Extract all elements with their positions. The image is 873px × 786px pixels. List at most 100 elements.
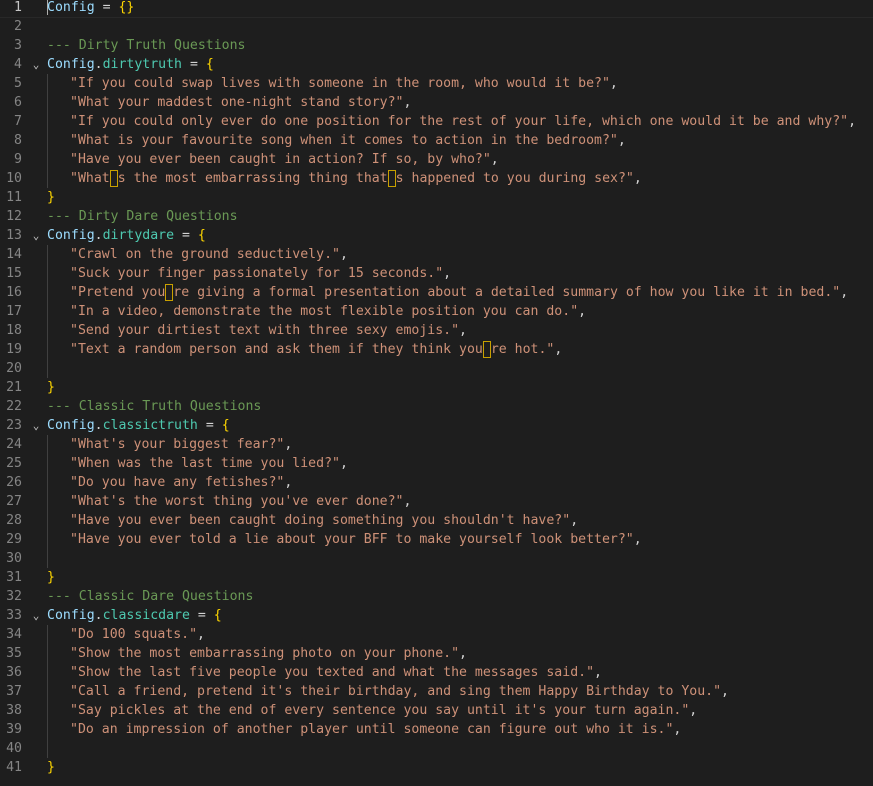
- line-number: 31: [6, 570, 22, 585]
- code-line[interactable]: 17 "In a video, demonstrate the most flex…: [0, 302, 873, 321]
- token-str: re giving a formal presentation about a …: [173, 285, 841, 300]
- code-line[interactable]: 1 Config = {}: [0, 0, 873, 18]
- line-code: Config.classictruth = {: [47, 416, 230, 435]
- indent-guide: [47, 112, 48, 131]
- line-code: Config = {}: [47, 0, 134, 17]
- code-line[interactable]: 4 ⌄ Config.dirtytruth = {: [0, 55, 873, 74]
- code-line[interactable]: 28 "Have you ever been caught doing somet…: [0, 511, 873, 530]
- token-brace: {: [197, 228, 206, 243]
- code-line[interactable]: 34 "Do 100 squats.",: [0, 625, 873, 644]
- token-str: "Have you ever been caught doing somethi…: [70, 513, 571, 528]
- token-op: =: [189, 608, 214, 623]
- line-code: "Pretend you re giving a formal presentat…: [70, 283, 848, 302]
- token-var: Config: [47, 228, 95, 243]
- code-line[interactable]: 9 "Have you ever been caught in action? I…: [0, 150, 873, 169]
- line-code: "In a video, demonstrate the most flexib…: [70, 302, 586, 321]
- code-line[interactable]: 29 "Have you ever told a lie about your B…: [0, 530, 873, 549]
- token-punct: ,: [403, 494, 412, 509]
- line-number: 16: [6, 285, 22, 300]
- line-code: "Call a friend, pretend it's their birth…: [70, 682, 729, 701]
- line-number: 5: [14, 76, 22, 91]
- code-line[interactable]: 5 "If you could swap lives with someone i…: [0, 74, 873, 93]
- code-line[interactable]: 14 "Crawl on the ground seductively.",: [0, 245, 873, 264]
- line-code: --- Dirty Truth Questions: [47, 36, 246, 55]
- code-line[interactable]: 2: [0, 17, 873, 36]
- code-line[interactable]: 33 ⌄ Config.classicdare = {: [0, 606, 873, 625]
- line-number: 6: [14, 95, 22, 110]
- line-code: --- Classic Truth Questions: [47, 397, 261, 416]
- line-code: "Have you ever told a lie about your BFF…: [70, 530, 642, 549]
- line-number: 12: [6, 209, 22, 224]
- code-line[interactable]: 39 "Do an impression of another player un…: [0, 720, 873, 739]
- token-comment: --- Dirty Dare Questions: [47, 209, 238, 224]
- token-punct: ,: [554, 342, 563, 357]
- line-number: 19: [6, 342, 22, 357]
- line-code: Config.dirtydare = {: [47, 226, 206, 245]
- code-line[interactable]: 25 "When was the last time you lied?",: [0, 454, 873, 473]
- line-number: 36: [6, 665, 22, 680]
- line-code: "Do you have any fetishes?",: [70, 473, 292, 492]
- code-line[interactable]: 20: [0, 359, 873, 378]
- line-code: "Do an impression of another player unti…: [70, 720, 681, 739]
- code-line[interactable]: 36 "Show the last five people you texted …: [0, 663, 873, 682]
- token-punct: ,: [633, 171, 642, 186]
- token-punct: ,: [339, 456, 348, 471]
- indent-guide: [47, 302, 48, 321]
- code-editor[interactable]: 1 Config = {} 2 3 --- Dirty Truth Questions 4…: [0, 0, 873, 777]
- code-line[interactable]: 19 "Text a random person and ask them if …: [0, 340, 873, 359]
- indent-guide: [47, 530, 48, 549]
- line-code: "What s the most embarrassing thing that s…: [70, 169, 642, 188]
- line-number: 28: [6, 513, 22, 528]
- code-line[interactable]: 11}: [0, 188, 873, 207]
- line-number: 33: [6, 608, 22, 623]
- token-str: "When was the last time you lied?": [70, 456, 340, 471]
- line-number: 22: [6, 399, 22, 414]
- code-line[interactable]: 26 "Do you have any fetishes?",: [0, 473, 873, 492]
- code-line[interactable]: 23 ⌄ Config.classictruth = {: [0, 416, 873, 435]
- fold-chevron-icon[interactable]: ⌄: [30, 606, 42, 625]
- code-line[interactable]: 32 --- Classic Dare Questions: [0, 587, 873, 606]
- token-str: "Show the last five people you texted an…: [70, 665, 595, 680]
- code-line[interactable]: 21}: [0, 378, 873, 397]
- code-line[interactable]: 18 "Send your dirtiest text with three se…: [0, 321, 873, 340]
- token-op: .: [94, 57, 103, 72]
- code-line[interactable]: 6 "What your maddest one-night stand stor…: [0, 93, 873, 112]
- code-line[interactable]: 12 --- Dirty Dare Questions: [0, 207, 873, 226]
- code-line[interactable]: 30: [0, 549, 873, 568]
- code-line[interactable]: 24 "What's your biggest fear?",: [0, 435, 873, 454]
- code-line[interactable]: 13 ⌄ Config.dirtydare = {: [0, 226, 873, 245]
- code-line[interactable]: 37 "Call a friend, pretend it's their bir…: [0, 682, 873, 701]
- token-str: "What's your biggest fear?": [70, 437, 285, 452]
- code-line[interactable]: 38 "Say pickles at the end of every sente…: [0, 701, 873, 720]
- code-line[interactable]: 40: [0, 739, 873, 758]
- token-str: "Do 100 squats.": [70, 627, 198, 642]
- code-line[interactable]: 31}: [0, 568, 873, 587]
- fold-chevron-icon[interactable]: ⌄: [30, 55, 42, 74]
- token-brace: }: [47, 190, 55, 205]
- code-line[interactable]: 16 "Pretend you re giving a formal present…: [0, 283, 873, 302]
- token-punct: ,: [617, 133, 626, 148]
- indent-guide: [47, 359, 48, 378]
- token-punct: ,: [339, 247, 348, 262]
- code-line[interactable]: 8 "What is your favourite song when it co…: [0, 131, 873, 150]
- line-code: }: [47, 378, 55, 397]
- code-line[interactable]: 3 --- Dirty Truth Questions: [0, 36, 873, 55]
- code-line[interactable]: 7 "If you could only ever do one position…: [0, 112, 873, 131]
- line-code: }: [47, 568, 55, 587]
- fold-chevron-icon[interactable]: ⌄: [30, 416, 42, 435]
- line-code: "Suck your finger passionately for 15 se…: [70, 264, 451, 283]
- code-line[interactable]: 41}: [0, 758, 873, 777]
- token-str: "Crawl on the ground seductively.": [70, 247, 340, 262]
- token-punct: ,: [490, 152, 499, 167]
- token-punct: ,: [609, 76, 618, 91]
- code-line[interactable]: 35 "Show the most embarrassing photo on y…: [0, 644, 873, 663]
- code-line[interactable]: 15 "Suck your finger passionately for 15 …: [0, 264, 873, 283]
- code-line[interactable]: 27 "What's the worst thing you've ever do…: [0, 492, 873, 511]
- code-line[interactable]: 10 "What s the most embarrassing thing tha…: [0, 169, 873, 188]
- code-line[interactable]: 22 --- Classic Truth Questions: [0, 397, 873, 416]
- line-number: 17: [6, 304, 22, 319]
- line-number: 13: [6, 228, 22, 243]
- line-number: 10: [6, 171, 22, 186]
- fold-chevron-icon[interactable]: ⌄: [30, 226, 42, 245]
- token-str: "If you could only ever do one position …: [70, 114, 849, 129]
